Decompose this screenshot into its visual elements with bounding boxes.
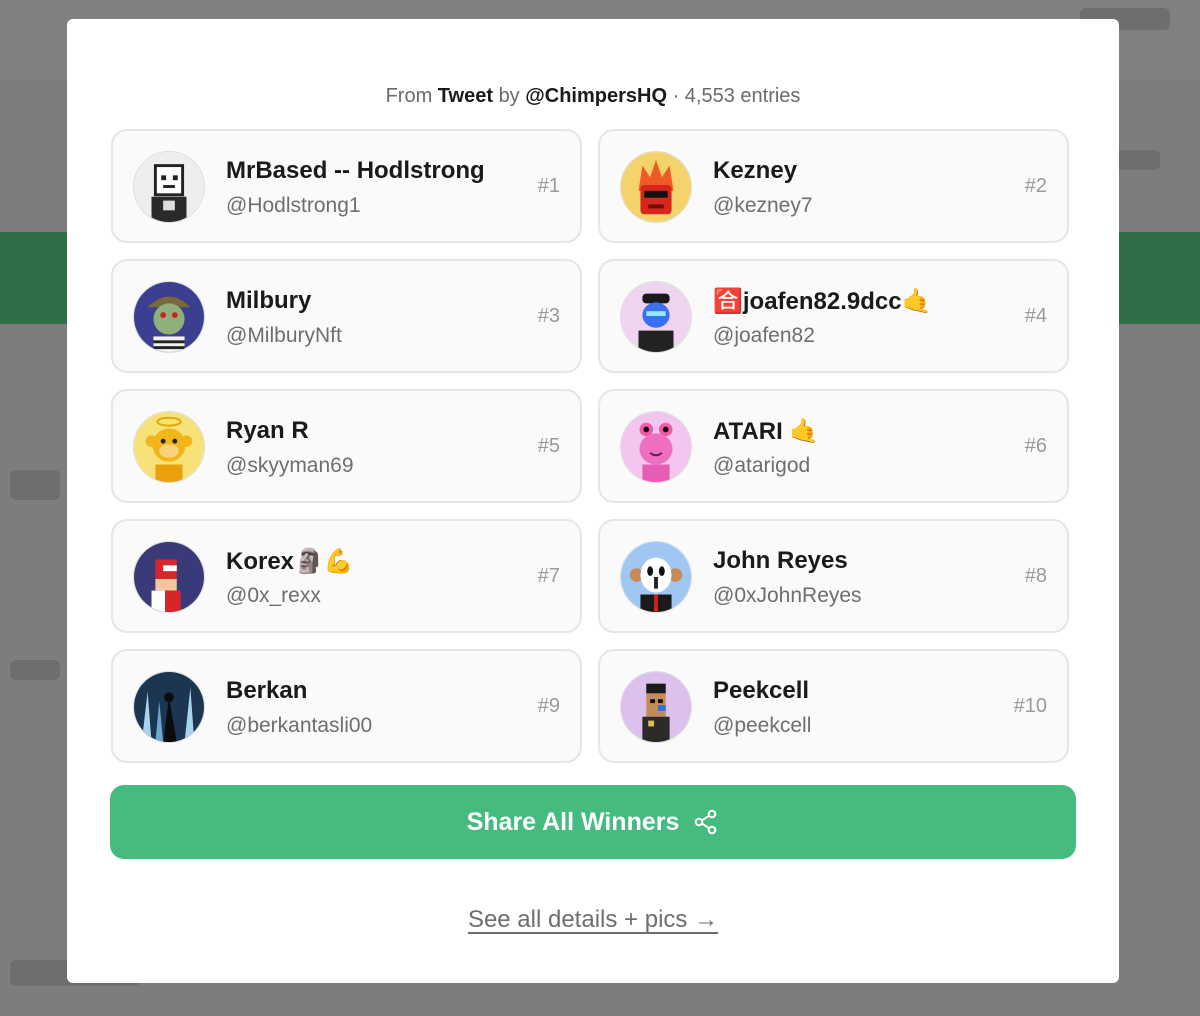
winner-name: MrBased -- Hodlstrong xyxy=(226,157,485,184)
winner-card[interactable]: ATARI 🤙 @atarigod #6 xyxy=(598,389,1069,503)
winner-handle[interactable]: @Hodlstrong1 xyxy=(226,194,361,218)
winner-card[interactable]: Kezney @kezney7 #2 xyxy=(598,129,1069,243)
pink-creature-avatar-icon xyxy=(620,411,692,483)
winner-rank: #6 xyxy=(1024,435,1047,457)
masked-ape-avatar-icon xyxy=(620,541,692,613)
source-prefix: From xyxy=(385,85,433,107)
winner-name: Peekcell xyxy=(713,677,810,704)
source-by: by xyxy=(498,85,520,107)
source-separator: · xyxy=(672,85,680,107)
winner-card[interactable]: Peekcell @peekcell #10 xyxy=(598,649,1069,763)
winner-rank: #1 xyxy=(537,175,560,197)
bored-ape-avatar-icon xyxy=(133,281,205,353)
winner-handle[interactable]: @peekcell xyxy=(713,714,811,738)
winner-rank: #10 xyxy=(1013,695,1047,717)
source-line: From Tweet by @ChimpersHQ · 4,553 entrie… xyxy=(67,85,1119,108)
winner-name: Berkan xyxy=(226,677,308,704)
winner-name: Ryan R xyxy=(226,417,309,444)
share-icon xyxy=(693,809,719,835)
winner-rank: #4 xyxy=(1024,305,1047,327)
winner-name: Kezney xyxy=(713,157,798,184)
pixel-character-avatar-icon xyxy=(133,541,205,613)
winner-handle[interactable]: @atarigod xyxy=(713,454,810,478)
share-all-winners-button[interactable]: Share All Winners xyxy=(110,785,1076,859)
winner-card[interactable]: Berkan @berkantasli00 #9 xyxy=(111,649,582,763)
winner-rank: #9 xyxy=(537,695,560,717)
pixel-ape-avatar-icon xyxy=(133,151,205,223)
fire-head-avatar-icon xyxy=(620,151,692,223)
winner-handle[interactable]: @joafen82 xyxy=(713,324,815,348)
winner-name: John Reyes xyxy=(713,547,848,574)
winner-handle[interactable]: @berkantasli00 xyxy=(226,714,372,738)
dark-forest-avatar-icon xyxy=(133,671,205,743)
share-button-label: Share All Winners xyxy=(466,807,680,836)
winner-card[interactable]: Milbury @MilburyNft #3 xyxy=(111,259,582,373)
winner-name: ATARI 🤙 xyxy=(713,418,820,445)
winner-name: Milbury xyxy=(226,287,312,314)
winner-rank: #8 xyxy=(1024,565,1047,587)
winner-rank: #3 xyxy=(537,305,560,327)
entries-count: 4,553 entries xyxy=(684,85,801,107)
winner-card[interactable]: 🈴joafen82.9dcc🤙 @joafen82 #4 xyxy=(598,259,1069,373)
winner-handle[interactable]: @0x_rexx xyxy=(226,584,321,608)
winner-card[interactable]: Korex🗿💪 @0x_rexx #7 xyxy=(111,519,582,633)
golden-monkey-avatar-icon xyxy=(133,411,205,483)
pixel-punk-avatar-icon xyxy=(620,671,692,743)
winner-card[interactable]: Ryan R @skyyman69 #5 xyxy=(111,389,582,503)
source-tweet-link[interactable]: Tweet xyxy=(438,85,493,107)
winner-handle[interactable]: @skyyman69 xyxy=(226,454,354,478)
winner-rank: #7 xyxy=(537,565,560,587)
source-author-link[interactable]: @ChimpersHQ xyxy=(525,85,667,107)
winner-rank: #2 xyxy=(1024,175,1047,197)
winner-card[interactable]: MrBased -- Hodlstrong @Hodlstrong1 #1 xyxy=(111,129,582,243)
winner-card[interactable]: John Reyes @0xJohnReyes #8 xyxy=(598,519,1069,633)
winners-modal: From Tweet by @ChimpersHQ · 4,553 entrie… xyxy=(67,19,1119,983)
robot-avatar-icon xyxy=(620,281,692,353)
winner-name: 🈴joafen82.9dcc🤙 xyxy=(713,288,932,315)
winner-name: Korex🗿💪 xyxy=(226,548,354,575)
see-all-details-link[interactable]: See all details + pics → xyxy=(67,906,1119,934)
winner-handle[interactable]: @MilburyNft xyxy=(226,324,342,348)
winner-handle[interactable]: @kezney7 xyxy=(713,194,813,218)
winner-rank: #5 xyxy=(537,435,560,457)
winners-grid: MrBased -- Hodlstrong @Hodlstrong1 #1 Ke… xyxy=(111,129,1069,763)
winner-handle[interactable]: @0xJohnReyes xyxy=(713,584,862,608)
